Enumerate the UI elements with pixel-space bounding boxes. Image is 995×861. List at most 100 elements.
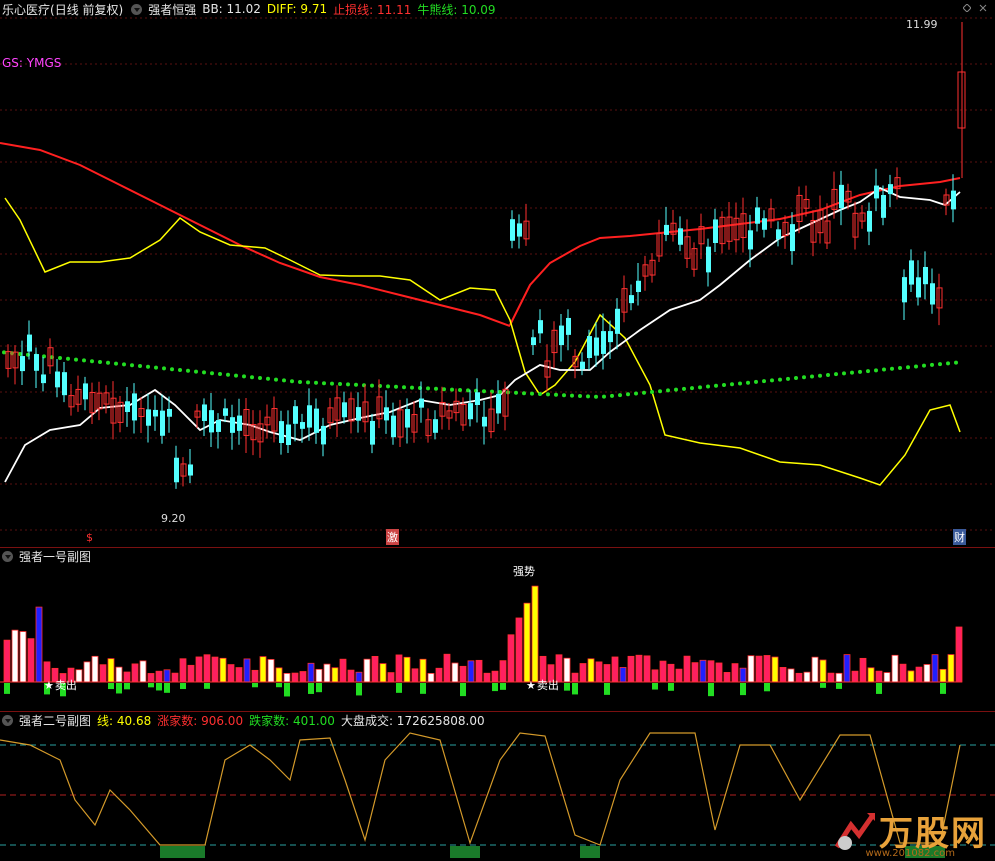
volume-neg-bar [180,683,186,690]
volume-bar [595,661,603,683]
candle-down [531,337,536,346]
volume-bar [499,660,507,683]
panel-close-icon[interactable] [979,4,987,12]
volume-bar [35,606,43,683]
watermark-site: www.201082.com [865,848,955,859]
green-dot [890,366,894,371]
candle-down [62,372,67,396]
green-dot [842,371,846,376]
sub2-title[interactable]: 强者二号副图 [19,712,91,729]
green-dot [690,386,694,391]
green-dot [290,379,294,384]
sub2-fill [580,846,600,858]
green-dot [210,371,214,376]
volume-bar [851,670,859,683]
candle-down [293,406,298,424]
volume-bar [491,670,499,683]
sub2-menu-icon[interactable] [2,714,13,726]
volume-bar [147,673,155,683]
volume-bar [443,653,451,683]
green-dot [602,394,606,399]
volume-neg-bar [836,683,842,689]
stock-name[interactable]: 乐心医疗 [2,1,50,18]
candle-down [538,320,543,334]
volume-bar [291,672,299,683]
volume-bar [211,656,219,683]
volume-bar [363,658,371,683]
event-marker-right[interactable]: 财 [953,529,966,545]
candle-down [888,184,893,195]
green-dot [450,387,454,392]
volume-neg-bar [356,683,362,696]
volume-neg-bar [460,683,466,697]
indicator-name[interactable]: 强者恒强 [148,1,196,18]
green-dot [218,372,222,376]
volume-neg-bar [204,683,210,689]
volume-bar [107,658,115,683]
panel-separator-1[interactable] [0,547,995,548]
candle-down [286,424,291,446]
candle-down [321,425,326,445]
candle-down [867,210,872,232]
green-dot [698,385,702,390]
gs-label: GS: YMGS [2,56,62,70]
volume-bar [723,672,731,683]
volume-bar [843,654,851,683]
green-dot [130,363,134,368]
candle-down [930,283,935,305]
volume-bar [811,656,819,683]
candle-down [125,401,130,413]
green-dot [554,392,558,397]
volume-bar [411,668,419,683]
volume-bar [875,670,883,683]
green-dot [922,363,926,368]
panel-maximize-icon[interactable] [963,4,971,12]
volume-bar [467,660,475,683]
red-ma-line-2 [509,177,961,326]
volume-bar [299,671,307,683]
event-marker-left[interactable]: $ [86,529,93,545]
volume-neg-bar [820,683,826,688]
candle-down [566,317,571,335]
volume-neg-bar [4,683,10,694]
volume-bar [763,655,771,683]
candle-down [391,415,396,438]
volume-bar [155,670,163,683]
up-count-value: 涨家数: 906.00 [157,713,244,728]
volume-neg-bar [284,683,290,697]
candle-down [678,228,683,245]
volume-neg-bar [500,683,506,690]
green-dot [634,391,638,396]
green-dot [194,369,198,374]
volume-bar [131,663,139,683]
volume-neg-bar [164,683,170,693]
volume-bar [779,667,787,683]
market-volume-value: 大盘成交: 172625808.00 [340,713,485,728]
volume-bar [643,655,651,683]
volume-bar [395,654,403,683]
sub1-menu-icon[interactable] [2,550,13,562]
candle-down [279,421,284,444]
indicator-menu-icon[interactable] [131,3,143,15]
candle-down [300,422,305,429]
volume-neg-bar [276,683,282,688]
volume-bar [867,667,875,683]
volume-neg-bar [156,683,162,691]
volume-bar [27,638,35,683]
green-dot [650,389,654,394]
candle-down [433,419,438,433]
green-dot [570,393,574,398]
event-marker-mid[interactable]: 激 [386,529,399,545]
green-dot [938,362,942,367]
green-dot [226,372,230,377]
candle-down [20,356,25,372]
green-dot [546,392,550,397]
green-dot [498,390,502,394]
volume-bar [939,668,947,683]
candle-down [34,354,39,371]
green-dot [778,377,782,382]
sub1-title[interactable]: 强者一号副图 [19,548,91,565]
volume-bar [99,664,107,683]
volume-bar [715,662,723,683]
volume-bar [91,655,99,683]
